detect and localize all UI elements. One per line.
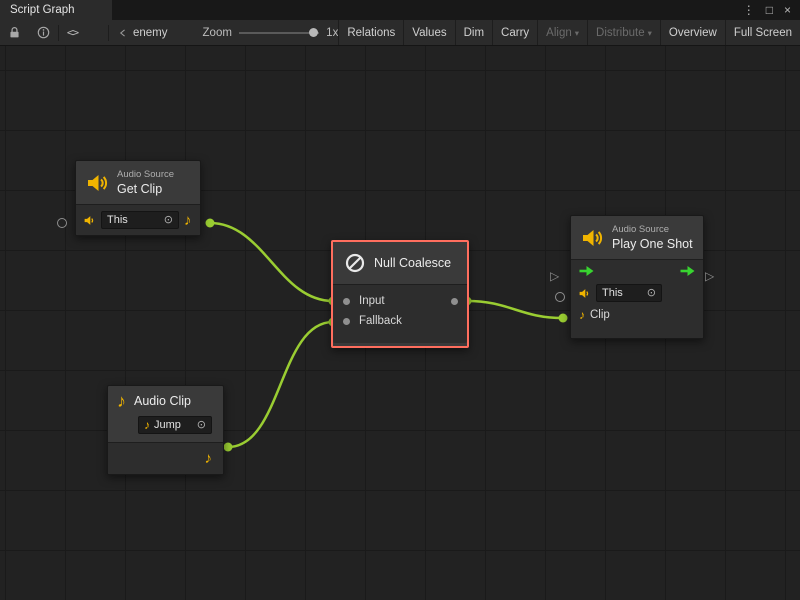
zoom-value: 1x xyxy=(326,27,338,39)
target-picker-icon[interactable]: ⊙ xyxy=(164,215,173,226)
speaker-icon xyxy=(578,287,591,300)
values-button[interactable]: Values xyxy=(403,20,454,45)
target-picker-icon[interactable]: ⊙ xyxy=(197,420,206,431)
carry-button[interactable]: Carry xyxy=(492,20,537,45)
get-clip-header[interactable]: Audio Source Get Clip xyxy=(76,161,200,204)
window-controls: ⋮ □ × xyxy=(734,0,800,20)
null-coalesce-header[interactable]: Null Coalesce xyxy=(333,242,467,284)
clip-port-label: Clip xyxy=(590,309,610,321)
window-titlebar: Script Graph ⋮ □ × xyxy=(0,0,800,20)
node-get-clip[interactable]: Audio Source Get Clip This ⊙ ♪ xyxy=(75,160,201,236)
input-port-row: Input xyxy=(333,291,467,311)
fallback-port-label: Fallback xyxy=(359,315,402,327)
graph-name-label: enemy xyxy=(133,27,168,39)
play-one-shot-target-port[interactable] xyxy=(555,292,565,302)
node-title: Play One Shot xyxy=(612,237,693,251)
audio-clip-icon: ♪ xyxy=(117,392,126,410)
node-title: Audio Clip xyxy=(134,394,191,408)
play-one-shot-header[interactable]: Audio Source Play One Shot xyxy=(571,216,703,259)
dropdown-arrow-icon: ▾ xyxy=(648,26,652,39)
zoom-slider-track xyxy=(239,32,319,34)
flow-in-arrow-icon[interactable] xyxy=(578,265,595,277)
wire-endpoint xyxy=(559,314,568,323)
overview-button[interactable]: Overview xyxy=(660,20,725,45)
zoom-slider[interactable] xyxy=(239,20,319,45)
audio-source-icon xyxy=(85,171,109,195)
null-coalesce-body: Input Fallback xyxy=(333,284,467,343)
node-category: Audio Source xyxy=(612,224,693,235)
full-screen-button[interactable]: Full Screen xyxy=(725,20,800,45)
audio-clip-header[interactable]: ♪ Audio Clip xyxy=(108,386,223,416)
dropdown-arrow-icon: ▾ xyxy=(575,26,579,39)
play-one-shot-target-dropdown[interactable]: This ⊙ xyxy=(596,284,662,302)
relations-button[interactable]: Relations xyxy=(338,20,403,45)
menu-icon[interactable]: ⋮ xyxy=(743,3,755,17)
node-title: Get Clip xyxy=(117,182,174,196)
target-row: This ⊙ xyxy=(571,281,703,305)
clip-row: ♪ Clip xyxy=(571,305,703,325)
close-icon[interactable]: × xyxy=(784,3,791,17)
get-clip-target-dropdown[interactable]: This ⊙ xyxy=(101,211,179,229)
tab-script-graph[interactable]: Script Graph xyxy=(0,0,112,20)
audio-clip-output-icon: ♪ xyxy=(205,451,213,466)
info-icon-svg xyxy=(37,26,50,39)
play-one-shot-body: This ⊙ ♪ Clip xyxy=(571,259,703,338)
wire-nullcoalesce-to-clip[interactable] xyxy=(467,301,563,318)
get-clip-target-port[interactable] xyxy=(57,218,67,228)
target-picker-icon[interactable]: ⊙ xyxy=(647,288,656,299)
node-category: Audio Source xyxy=(117,169,174,180)
lock-icon[interactable] xyxy=(0,20,29,45)
wire-getclip-to-input[interactable] xyxy=(210,223,333,301)
breadcrumb[interactable]: enemy xyxy=(109,20,177,45)
lock-icon-svg xyxy=(8,26,21,39)
zoom-slider-handle[interactable] xyxy=(309,28,318,37)
input-port[interactable] xyxy=(343,298,350,305)
code-view-icon[interactable]: <> xyxy=(59,20,86,45)
dim-button[interactable]: Dim xyxy=(455,20,492,45)
node-title: Null Coalesce xyxy=(374,256,451,270)
music-note-icon: ♪ xyxy=(144,419,150,431)
align-button: Align▾ xyxy=(537,20,587,45)
distribute-button: Distribute▾ xyxy=(587,20,660,45)
play-one-shot-flow-in-port[interactable]: ▷ xyxy=(550,270,559,282)
audio-clip-body: ♪ xyxy=(108,442,223,474)
maximize-icon[interactable]: □ xyxy=(766,3,773,17)
node-play-one-shot[interactable]: Audio Source Play One Shot This ⊙ xyxy=(570,215,704,339)
speaker-icon xyxy=(83,214,96,227)
input-port-label: Input xyxy=(359,295,385,307)
null-coalesce-icon xyxy=(344,252,366,274)
graph-toolbar: <> enemy Zoom 1x Relations Values Dim Ca… xyxy=(0,20,800,46)
graph-breadcrumb-icon xyxy=(118,28,128,38)
node-audio-clip[interactable]: ♪ Audio Clip ♪ Jump ⊙ ♪ xyxy=(107,385,224,475)
script-graph-window: Script Graph ⋮ □ × <> enemy Zoom 1x Rela… xyxy=(0,0,800,600)
node-null-coalesce[interactable]: Null Coalesce Input Fallback xyxy=(331,240,469,348)
wire-audioclip-to-fallback[interactable] xyxy=(228,322,333,447)
wire-endpoint xyxy=(224,443,233,452)
flow-row xyxy=(571,260,703,281)
graph-canvas[interactable]: Audio Source Get Clip This ⊙ ♪ xyxy=(0,46,800,600)
wire-endpoint xyxy=(206,219,215,228)
zoom-label: Zoom xyxy=(203,27,232,39)
audio-clip-value: Jump xyxy=(154,419,181,431)
tab-title: Script Graph xyxy=(10,4,75,16)
info-icon[interactable] xyxy=(29,20,58,45)
flow-out-arrow-icon[interactable] xyxy=(679,265,696,277)
clip-input-icon: ♪ xyxy=(579,309,585,321)
audio-clip-output-icon: ♪ xyxy=(184,213,192,228)
toolbar-buttons: Relations Values Dim Carry Align▾ Distri… xyxy=(338,20,800,45)
audio-clip-value-dropdown[interactable]: ♪ Jump ⊙ xyxy=(138,416,212,434)
play-one-shot-flow-out-port[interactable]: ▷ xyxy=(705,270,714,282)
get-clip-body: This ⊙ ♪ xyxy=(76,204,200,235)
fallback-port-row: Fallback xyxy=(333,311,467,331)
audio-source-icon xyxy=(580,226,604,250)
audio-clip-value-row: ♪ Jump ⊙ xyxy=(108,416,223,442)
fallback-port[interactable] xyxy=(343,318,350,325)
result-output-port[interactable] xyxy=(451,298,458,305)
